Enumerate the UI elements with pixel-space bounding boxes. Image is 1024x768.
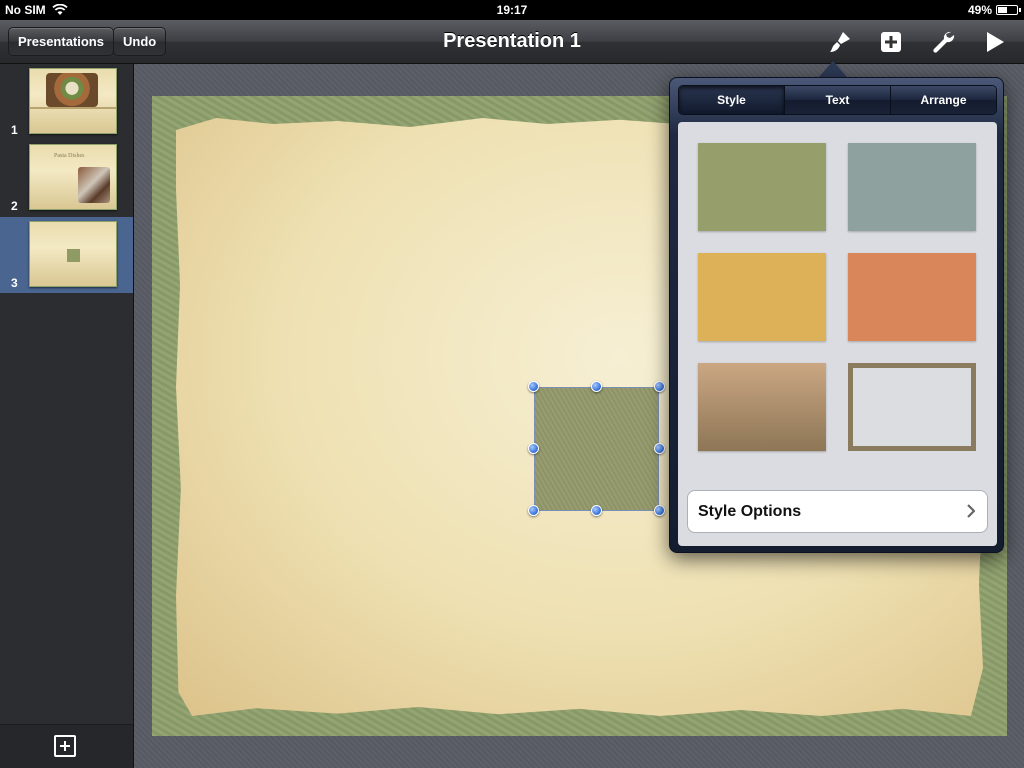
paintbrush-icon[interactable] <box>825 28 855 56</box>
wrench-icon[interactable] <box>928 28 958 56</box>
resize-handle-bottom-left[interactable] <box>528 505 539 516</box>
resize-handle-bottom-right[interactable] <box>654 505 665 516</box>
slide-number: 1 <box>11 123 18 137</box>
add-slide-icon[interactable] <box>54 735 76 757</box>
slide-preview: Pasta Dishes <box>29 144 117 210</box>
resize-handle-left[interactable] <box>528 443 539 454</box>
tab-style[interactable]: Style <box>679 86 785 114</box>
slide-thumbnail-1[interactable]: 1 <box>0 64 133 140</box>
resize-handle-right[interactable] <box>654 443 665 454</box>
resize-handle-top-left[interactable] <box>528 381 539 392</box>
style-options-row[interactable]: Style Options <box>687 490 988 533</box>
style-swatch-gold[interactable] <box>698 253 826 341</box>
style-panel: Style Options <box>678 122 997 546</box>
style-swatch-green[interactable] <box>698 143 826 231</box>
battery-icon <box>996 5 1021 15</box>
tab-text[interactable]: Text <box>785 86 891 114</box>
kitchen-photo <box>78 167 110 203</box>
style-swatch-bordered[interactable] <box>848 363 976 451</box>
style-swatch-slate[interactable] <box>848 143 976 231</box>
style-swatch-tan-gradient[interactable] <box>698 363 826 451</box>
toolbar: Presentations Undo Presentation 1 <box>0 20 1024 64</box>
style-swatch-orange[interactable] <box>848 253 976 341</box>
popover-tabs: Style Text Arrange <box>678 85 997 115</box>
sidebar-footer <box>0 724 133 768</box>
style-popover: Style Text Arrange Style Options <box>669 77 1004 553</box>
insert-icon[interactable] <box>876 28 906 56</box>
slide-navigator: 1 Pasta Dishes 2 3 <box>0 64 134 768</box>
popover-arrow <box>818 61 848 78</box>
document-title: Presentation 1 <box>443 30 581 52</box>
resize-handle-top[interactable] <box>591 381 602 392</box>
slide-thumbnail-3[interactable]: 3 <box>0 217 133 293</box>
slide-thumbnail-2[interactable]: Pasta Dishes 2 <box>0 140 133 216</box>
slide-preview <box>29 221 117 287</box>
tab-arrange[interactable]: Arrange <box>891 86 996 114</box>
food-photo <box>46 73 98 107</box>
resize-handle-top-right[interactable] <box>654 381 665 392</box>
resize-handle-bottom[interactable] <box>591 505 602 516</box>
style-options-label: Style Options <box>698 503 802 520</box>
slide-title-text: Pasta Dishes <box>54 153 85 159</box>
selected-shape[interactable] <box>534 387 659 511</box>
status-bar: No SIM 19:17 49% <box>0 0 1024 20</box>
slide-number: 2 <box>11 199 18 213</box>
chevron-right-icon <box>967 504 975 518</box>
battery-percent: 49% <box>967 3 992 17</box>
slide-number: 3 <box>11 276 18 290</box>
play-icon[interactable] <box>980 28 1010 56</box>
slide-preview <box>29 68 117 134</box>
clock: 19:17 <box>496 3 528 17</box>
